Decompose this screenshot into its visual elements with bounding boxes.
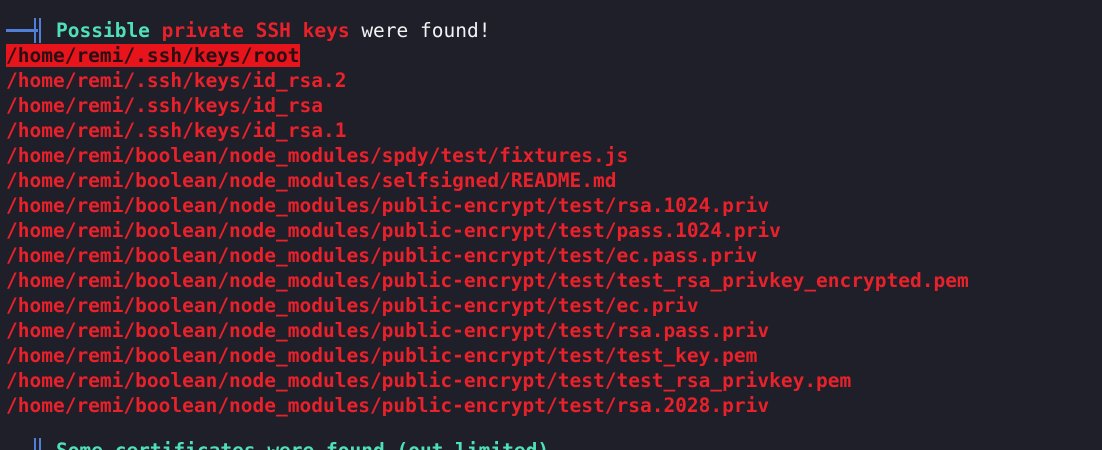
next-section-text: Some certificates were found (out limite… — [56, 439, 549, 450]
heading-word-found: were found! — [361, 19, 491, 42]
path-line: /home/remi/boolean/node_modules/spdy/tes… — [0, 143, 1102, 168]
path-line: /home/remi/boolean/node_modules/public-e… — [0, 293, 1102, 318]
ssh-key-path-list: /home/remi/.ssh/keys/root/home/remi/.ssh… — [0, 43, 1102, 418]
heading-word-possible: Possible — [56, 19, 150, 42]
section-marker-icon — [6, 18, 44, 43]
path-line: /home/remi/boolean/node_modules/public-e… — [0, 368, 1102, 393]
key-path[interactable]: /home/remi/boolean/node_modules/public-e… — [6, 319, 769, 342]
section-marker-icon — [6, 438, 44, 450]
key-path[interactable]: /home/remi/boolean/node_modules/public-e… — [6, 394, 769, 417]
path-line: /home/remi/boolean/node_modules/public-e… — [0, 218, 1102, 243]
path-line: /home/remi/boolean/node_modules/public-e… — [0, 318, 1102, 343]
key-path[interactable]: /home/remi/.ssh/keys/id_rsa — [6, 94, 323, 117]
key-path[interactable]: /home/remi/boolean/node_modules/public-e… — [6, 244, 757, 267]
key-path[interactable]: /home/remi/boolean/node_modules/public-e… — [6, 269, 969, 292]
path-line: /home/remi/.ssh/keys/id_rsa.1 — [0, 118, 1102, 143]
key-path[interactable]: /home/remi/boolean/node_modules/spdy/tes… — [6, 144, 628, 167]
key-path[interactable]: /home/remi/boolean/node_modules/selfsign… — [6, 169, 616, 192]
terminal-window[interactable]: Possible private SSH keys were found! /h… — [0, 0, 1102, 450]
path-line: /home/remi/boolean/node_modules/selfsign… — [0, 168, 1102, 193]
heading-word-keys: keys — [302, 19, 350, 42]
highlighted-key-path[interactable]: /home/remi/.ssh/keys/root — [6, 44, 300, 67]
path-line: /home/remi/boolean/node_modules/public-e… — [0, 193, 1102, 218]
section-heading: Possible private SSH keys were found! — [0, 18, 1102, 43]
key-path[interactable]: /home/remi/boolean/node_modules/public-e… — [6, 294, 699, 317]
key-path[interactable]: /home/remi/boolean/node_modules/public-e… — [6, 219, 781, 242]
path-line: /home/remi/boolean/node_modules/public-e… — [0, 343, 1102, 368]
path-line: /home/remi/.ssh/keys/id_rsa.2 — [0, 68, 1102, 93]
key-path[interactable]: /home/remi/boolean/node_modules/public-e… — [6, 344, 757, 367]
key-path[interactable]: /home/remi/boolean/node_modules/public-e… — [6, 194, 769, 217]
key-path[interactable]: /home/remi/.ssh/keys/id_rsa.2 — [6, 69, 346, 92]
key-path[interactable]: /home/remi/boolean/node_modules/public-e… — [6, 369, 851, 392]
path-line: /home/remi/.ssh/keys/root — [0, 43, 1102, 68]
path-line: /home/remi/boolean/node_modules/public-e… — [0, 393, 1102, 418]
path-line: /home/remi/boolean/node_modules/public-e… — [0, 268, 1102, 293]
path-line: /home/remi/boolean/node_modules/public-e… — [0, 243, 1102, 268]
heading-word-ssh: SSH — [255, 19, 291, 42]
heading-word-private: private — [161, 19, 244, 42]
key-path[interactable]: /home/remi/.ssh/keys/id_rsa.1 — [6, 119, 346, 142]
next-section-heading: Some certificates were found (out limite… — [6, 438, 549, 450]
path-line: /home/remi/.ssh/keys/id_rsa — [0, 93, 1102, 118]
